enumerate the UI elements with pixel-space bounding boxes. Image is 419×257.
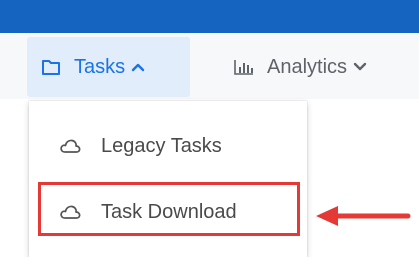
nav-tasks-label: Tasks (74, 55, 126, 78)
nav-analytics-label: Analytics (267, 55, 348, 78)
tasks-dropdown-menu: Legacy Tasks Task Download (29, 101, 307, 257)
nav-analytics-button[interactable]: Analytics (233, 37, 419, 97)
cloud-icon (59, 138, 81, 154)
menu-item-label: Legacy Tasks (101, 134, 222, 157)
menu-item-legacy-tasks[interactable]: Legacy Tasks (29, 124, 307, 168)
menu-item-label: Task Download (101, 200, 237, 223)
top-bar (0, 0, 419, 33)
cloud-icon (59, 204, 81, 220)
chevron-down-icon (353, 62, 367, 72)
menu-item-task-download[interactable]: Task Download (29, 190, 307, 234)
nav-tasks-button[interactable]: Tasks (27, 37, 190, 97)
bar-chart-icon (233, 58, 255, 76)
chevron-up-icon (131, 62, 145, 72)
arrow-left-icon (312, 204, 412, 233)
folder-icon (41, 58, 61, 76)
